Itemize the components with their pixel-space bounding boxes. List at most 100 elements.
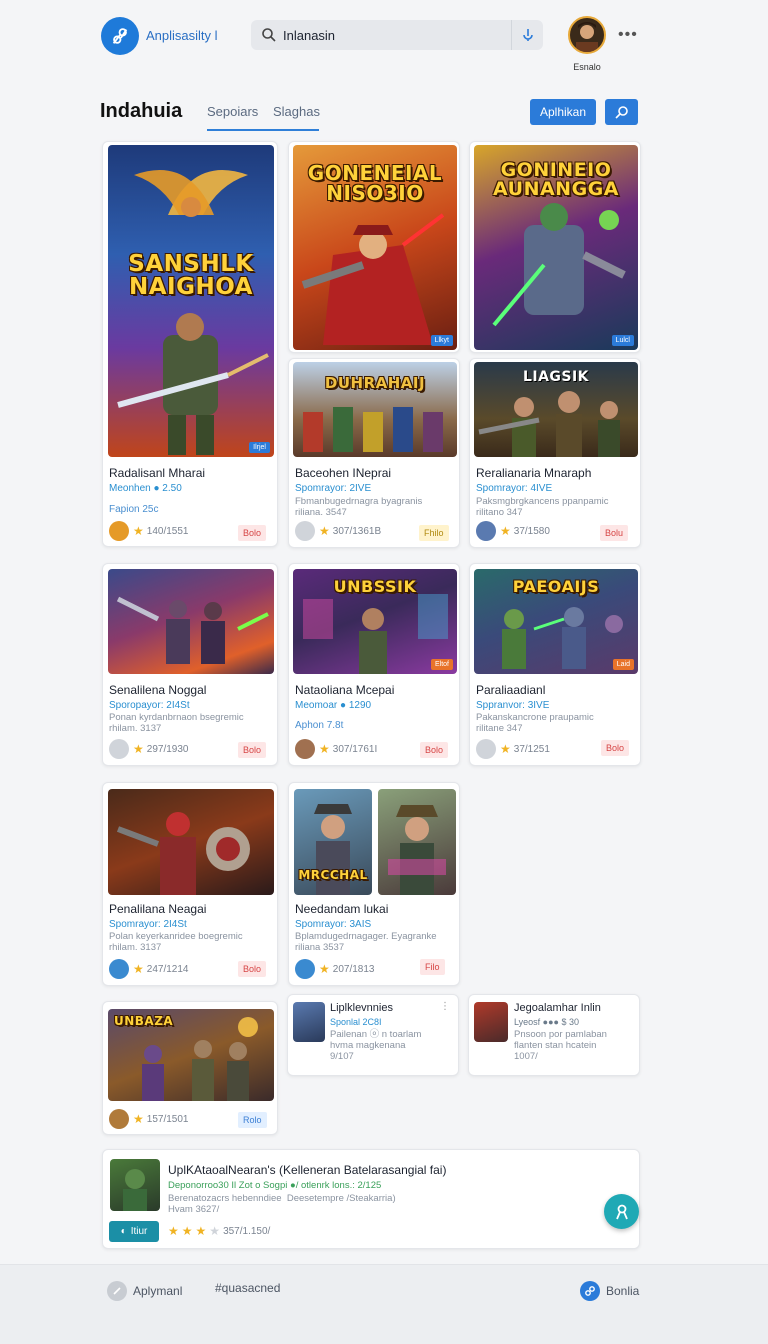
filter-button[interactable] [605, 99, 638, 125]
game-rating-row: ★ 247/1214 [109, 959, 188, 979]
game-card[interactable]: LIAGSIK Reralianaria Mnaraph Spomrayor: … [469, 358, 641, 548]
game-rating-row: ★ 307/1761I [295, 739, 377, 759]
game-rating: 247/1214 [146, 963, 189, 975]
link-icon [107, 1281, 127, 1301]
game-title: Radalisanl Mharai [109, 466, 206, 480]
bottom-nav-hashtag[interactable]: #quasacned [215, 1281, 280, 1295]
game-status-badge[interactable]: Bolo [238, 525, 267, 541]
cover-title-text: DUHRAHAIJ [324, 374, 426, 392]
battle-scene-icon [116, 596, 269, 664]
game-title: Paraliaadianl [476, 683, 546, 697]
primary-action-button[interactable]: Aplhikan [530, 99, 596, 125]
tab-first[interactable]: Sepoiars [207, 104, 258, 119]
mini-game-card[interactable]: Liplklevnnies Sponlal 2C8I Pailenan ⓞ n … [287, 994, 459, 1076]
game-cover-art: DUHRAHAIJ [293, 362, 457, 457]
featured-play-button[interactable]: ◐ Itiur [109, 1221, 159, 1242]
card-menu-icon[interactable]: ⋮ [440, 1001, 450, 1012]
voice-search-button[interactable] [511, 20, 543, 50]
game-card[interactable]: PAEOAIJS Laid Paraliaadianl Sppranvor: 3… [469, 563, 641, 766]
game-desc: Ponan kyrdanbrnaon bsegremic rhilam. 313… [109, 712, 244, 734]
featured-rating: 357/1.150/ [223, 1225, 271, 1237]
star-icon: ★ [181, 1224, 193, 1238]
cover-title-text: GONENEIAL NISO3IO [307, 161, 443, 205]
game-status-badge[interactable]: Bolo [238, 742, 267, 758]
cover-tag: Eltof [430, 659, 453, 670]
game-card[interactable]: MRCCHAL Needandam lukai Spomrayor: 3AIS … [288, 782, 460, 986]
game-card[interactable]: DUHRAHAIJ Baceohen INeprai Spomrayor: 2I… [288, 358, 460, 548]
cover-tag: Lulcl [611, 335, 634, 346]
avatar-icon [295, 959, 315, 979]
game-desc: Pakanskancrone praupamic rilitane 347 [476, 712, 594, 734]
game-status-badge[interactable]: Fhilo [419, 525, 449, 541]
game-card-cover[interactable]: GONINEIO AUNANGGA Lulcl [469, 141, 641, 353]
search-input[interactable] [283, 27, 519, 43]
avatar-icon [476, 521, 496, 541]
game-status-badge[interactable]: Bolu [600, 525, 629, 541]
avatar-icon [109, 1109, 129, 1129]
game-cover-art-right [378, 789, 456, 895]
cover-tag: Laid [612, 659, 634, 670]
floating-action-button[interactable] [604, 1194, 639, 1229]
star-icon: ★ [319, 742, 330, 756]
page-title: Indahuia [100, 100, 183, 122]
game-card[interactable]: Penalilana Neagai Spomrayor: 2I4St Polan… [102, 782, 278, 986]
bottom-nav-right[interactable]: Bonlia [580, 1281, 639, 1301]
featured-desc: Berenatozacrs hebenndiee Deesetempre /St… [168, 1193, 396, 1215]
tab-second[interactable]: Slaghas [273, 104, 320, 119]
cover-title-text: UNBSSIK [333, 577, 417, 596]
game-rating-row: ★ 157/1501 [109, 1109, 188, 1129]
app-logo[interactable] [101, 17, 139, 55]
star-icon: ★ [195, 1224, 207, 1238]
star-icon: ★ [133, 1112, 144, 1126]
game-status-badge[interactable]: Filo [420, 959, 445, 975]
game-rating: 157/1501 [146, 1113, 189, 1125]
link-icon [580, 1281, 600, 1301]
avatar-icon [109, 521, 129, 541]
game-rating-row: ★ 307/1361B [295, 521, 381, 541]
star-icon: ★ [319, 962, 330, 976]
game-status-badge[interactable]: Bolo [601, 740, 630, 756]
featured-button-label: Itiur [130, 1226, 148, 1237]
game-cover-art-left: MRCCHAL [294, 789, 372, 895]
search-bar[interactable] [251, 20, 543, 50]
game-card[interactable]: Senalilena Noggal Sporopayor: 2I4St Pona… [102, 563, 278, 766]
game-status-badge[interactable]: Bolo [420, 742, 449, 758]
user-avatar[interactable] [568, 16, 606, 54]
star-icon: ★ [168, 1224, 179, 1238]
game-status-badge[interactable]: Bolo [238, 961, 267, 977]
game-rating: 37/1251 [513, 743, 550, 755]
ribbon-icon [615, 1204, 628, 1219]
game-card[interactable]: SANSHLK NAIGHOA Ilrjel Radalisanl Mharai… [102, 141, 278, 547]
cover-title-text: LIAGSIK [522, 369, 590, 385]
tool-icon [112, 28, 128, 44]
game-cover-art: UNBAZA [108, 1009, 274, 1101]
bottom-nav-apps[interactable]: Aplymanl [107, 1281, 182, 1301]
game-title: Penalilana Neagai [109, 902, 207, 916]
game-card-cover[interactable]: GONENEIAL NISO3IO Llkyt [288, 141, 460, 353]
bottom-nav-label: Bonlia [606, 1284, 640, 1298]
game-rating: 297/1930 [146, 743, 189, 755]
featured-cover-art [110, 1159, 160, 1211]
featured-title: UplKAtaoalNearan's (Kelleneran Batelaras… [168, 1163, 447, 1177]
game-status-badge[interactable]: Rolo [238, 1112, 267, 1128]
microphone-icon [522, 29, 533, 41]
game-desc: Fapion 25c [109, 504, 159, 515]
game-title: Needandam lukai [295, 902, 389, 916]
mini-game-desc: Pnsoon por pamlaban flanten stan hcatein… [514, 1029, 607, 1062]
cover-title-text: PAEOAIJS [512, 577, 600, 596]
game-title: Reralianaria Mnaraph [476, 466, 592, 480]
game-rating-row: ★ 37/1251 [476, 739, 550, 759]
game-meta: Sporopayor: 2I4St [109, 700, 190, 711]
game-card[interactable]: UNBAZA ★ 157/1501 Rolo [102, 1001, 278, 1135]
star-icon: ★ [133, 524, 144, 538]
game-rating: 37/1580 [513, 525, 550, 537]
game-card[interactable]: UNBSSIK Eltof Nataoliana Mcepai Meomoar … [288, 563, 460, 766]
game-rating-row: ★ 140/1551 [109, 521, 188, 541]
game-meta: Meonhen ● 2.50 [109, 483, 182, 494]
featured-game-card[interactable]: UplKAtaoalNearan's (Kelleneran Batelaras… [102, 1149, 640, 1249]
game-meta: Spomrayor: 2I4St [109, 919, 187, 930]
game-desc: Aphon 7.8t [295, 720, 344, 731]
mini-game-card[interactable]: Jegoalamhar Inlin Lyeosf ●●● $ 30 Pnsoon… [468, 994, 640, 1076]
game-cover-art: PAEOAIJS Laid [474, 569, 638, 674]
more-options-icon[interactable]: ••• [618, 26, 638, 44]
